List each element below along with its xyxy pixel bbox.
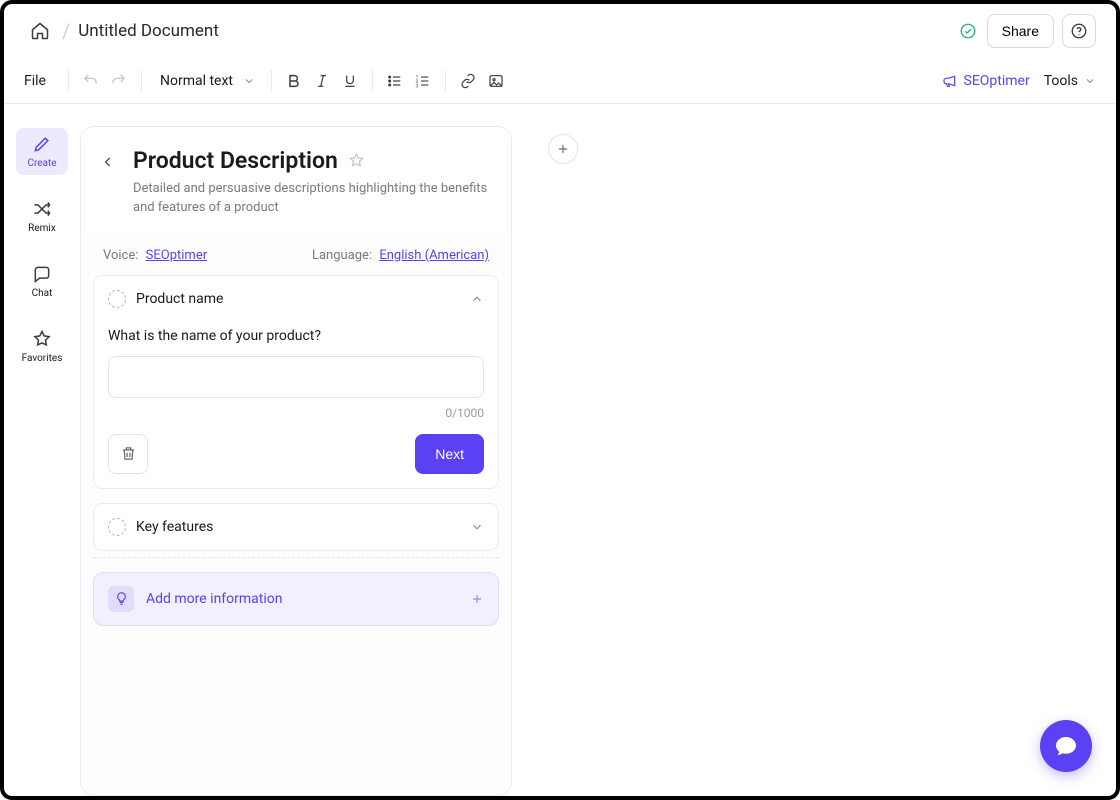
sidebar-item-label: Favorites: [22, 353, 63, 364]
step-title: Key features: [136, 519, 460, 535]
doc-title[interactable]: Untitled Document: [78, 21, 956, 41]
language-value[interactable]: English (American): [379, 248, 489, 263]
undo-button[interactable]: [77, 67, 105, 95]
underline-icon: [342, 73, 358, 89]
dashed-divider: [93, 557, 499, 558]
italic-button[interactable]: [308, 67, 336, 95]
sidebar-item-favorites[interactable]: Favorites: [16, 323, 68, 370]
back-button[interactable]: [97, 151, 119, 173]
trash-icon: [120, 445, 137, 462]
step-product-name: Product name What is the name of your pr…: [93, 275, 499, 489]
step-header[interactable]: Key features: [94, 504, 498, 550]
link-icon: [460, 73, 476, 89]
plus-icon: [470, 592, 484, 606]
redo-button[interactable]: [105, 67, 133, 95]
image-button[interactable]: [482, 67, 510, 95]
help-button[interactable]: [1062, 14, 1096, 48]
sync-status: [957, 20, 979, 42]
bold-icon: [286, 73, 302, 89]
panel-subtitle: Detailed and persuasive descriptions hig…: [133, 180, 489, 218]
chevron-down-icon: [1084, 75, 1096, 87]
list-numbered-icon: 123: [415, 73, 431, 89]
tools-label: Tools: [1044, 73, 1078, 89]
sidebar: Create Remix Chat Favorites: [4, 104, 80, 796]
share-button[interactable]: Share: [987, 14, 1054, 48]
check-circle-icon: [959, 22, 977, 40]
underline-button[interactable]: [336, 67, 364, 95]
chevron-down-icon: [470, 520, 484, 534]
file-menu[interactable]: File: [24, 73, 46, 89]
editor-canvas[interactable]: [512, 104, 1116, 796]
image-icon: [488, 73, 504, 89]
step-key-features: Key features: [93, 503, 499, 551]
step-question: What is the name of your product?: [108, 328, 484, 344]
star-icon: [32, 329, 52, 349]
numbered-list-button[interactable]: 123: [409, 67, 437, 95]
lightbulb-badge: [108, 586, 134, 612]
divider: [445, 70, 446, 92]
lightbulb-icon: [114, 591, 129, 606]
panel-title: Product Description: [133, 147, 338, 174]
bold-button[interactable]: [280, 67, 308, 95]
help-icon: [1070, 22, 1088, 40]
config-panel: Product Description Detailed and persuas…: [80, 126, 512, 796]
chevron-up-icon: [470, 292, 484, 306]
sidebar-item-chat[interactable]: Chat: [16, 258, 68, 305]
plus-icon: [556, 142, 570, 156]
megaphone-icon: [942, 73, 958, 89]
divider: [372, 70, 373, 92]
italic-icon: [314, 73, 330, 89]
language-setting[interactable]: Language: English (American): [312, 248, 489, 263]
sidebar-item-label: Create: [27, 158, 56, 169]
sidebar-item-remix[interactable]: Remix: [16, 193, 68, 240]
next-button[interactable]: Next: [415, 434, 484, 474]
undo-icon: [82, 72, 99, 89]
dashed-circle-icon: [108, 518, 126, 536]
tools-menu[interactable]: Tools: [1044, 73, 1096, 89]
pencil-icon: [32, 134, 52, 154]
home-button[interactable]: [24, 15, 56, 47]
star-outline-icon[interactable]: [348, 152, 365, 169]
list-bulleted-icon: [387, 73, 403, 89]
chevron-down-icon: [243, 75, 255, 87]
voice-value[interactable]: SEOptimer: [146, 248, 207, 263]
dashed-circle-icon: [108, 290, 126, 308]
voice-setting[interactable]: Voice: SEOptimer: [103, 248, 207, 263]
char-counter: 0/1000: [108, 406, 484, 420]
divider: [68, 70, 69, 92]
sidebar-item-label: Chat: [32, 288, 53, 299]
product-name-input[interactable]: [108, 356, 484, 398]
divider: [141, 70, 142, 92]
seoptimer-label: SEOptimer: [964, 73, 1030, 89]
svg-text:3: 3: [416, 83, 419, 88]
chevron-left-icon: [101, 155, 115, 169]
breadcrumb-separator: /: [62, 19, 70, 43]
paragraph-style-label: Normal text: [160, 73, 233, 89]
sidebar-item-label: Remix: [28, 223, 56, 234]
divider: [271, 70, 272, 92]
link-button[interactable]: [454, 67, 482, 95]
chat-bubble-icon: [1054, 734, 1078, 758]
step-header[interactable]: Product name: [94, 276, 498, 322]
redo-icon: [110, 72, 127, 89]
chat-fab[interactable]: [1040, 720, 1092, 772]
delete-button[interactable]: [108, 434, 148, 474]
step-title: Product name: [136, 291, 460, 307]
add-more-label: Add more information: [146, 591, 458, 607]
bulleted-list-button[interactable]: [381, 67, 409, 95]
chat-icon: [32, 264, 52, 284]
seoptimer-button[interactable]: SEOptimer: [942, 73, 1030, 89]
shuffle-icon: [32, 199, 52, 219]
home-icon: [30, 21, 50, 41]
insert-block-button[interactable]: [548, 134, 578, 164]
paragraph-style-select[interactable]: Normal text: [150, 65, 263, 97]
sidebar-item-create[interactable]: Create: [16, 128, 68, 175]
add-more-button[interactable]: Add more information: [93, 572, 499, 626]
